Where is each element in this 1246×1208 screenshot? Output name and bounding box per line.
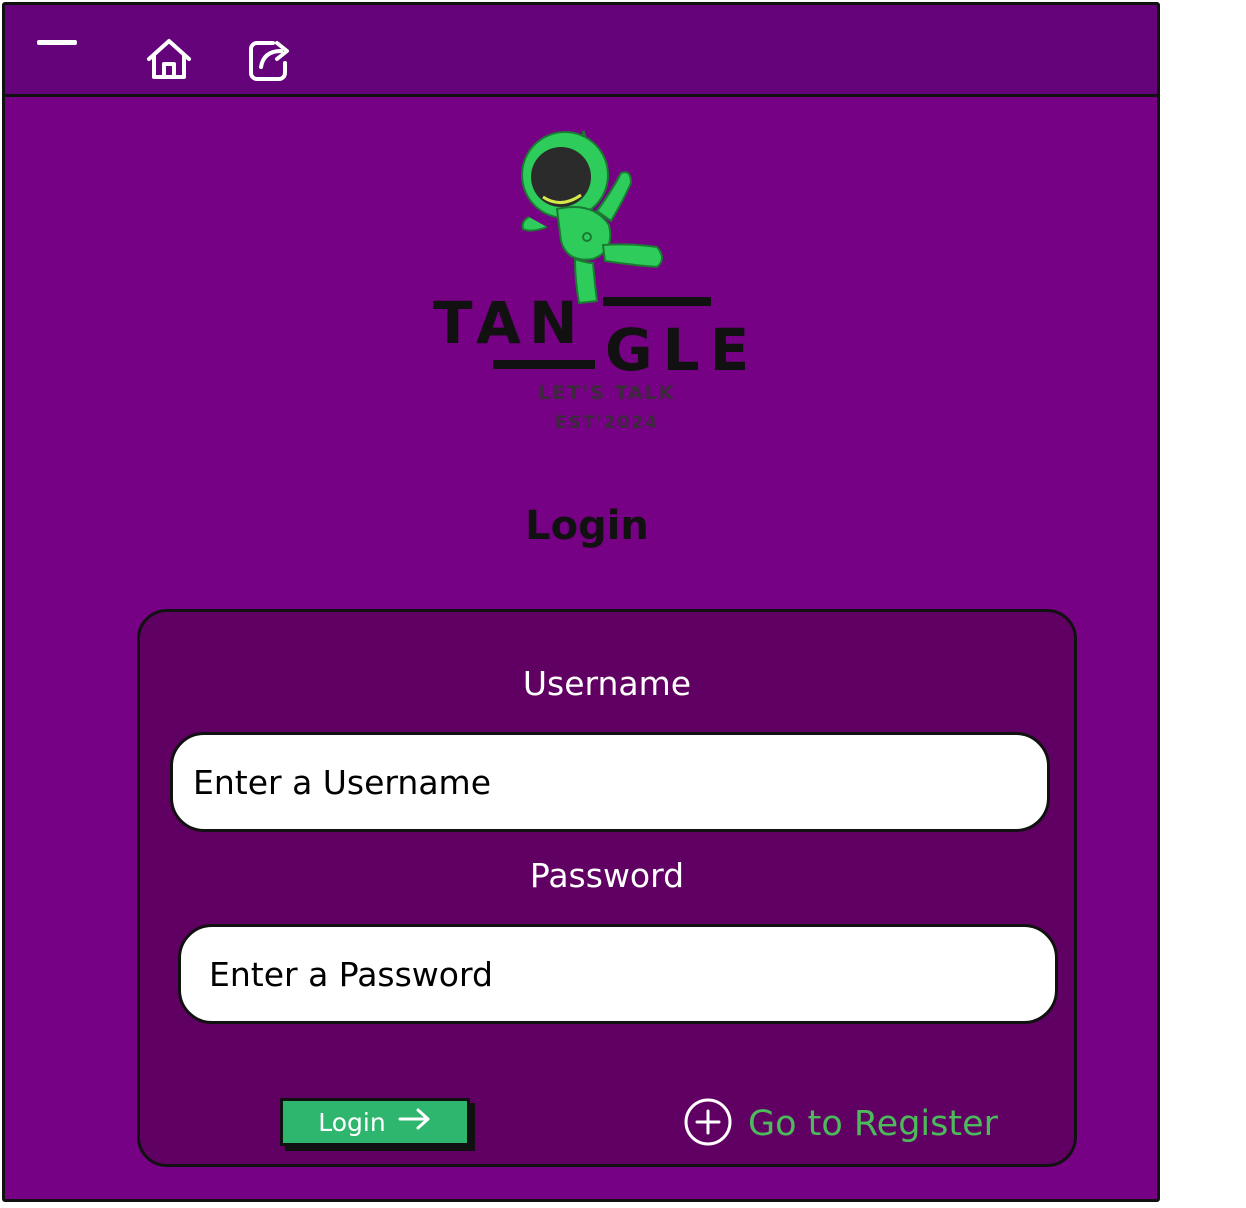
- username-label: Username: [522, 664, 692, 703]
- page-title: Login: [525, 503, 649, 549]
- share-icon[interactable]: [243, 33, 295, 85]
- svg-text:GLE: GLE: [605, 316, 759, 384]
- app-window: TAN GLE LET'S TALK EST'2024 Login Userna…: [2, 2, 1160, 1202]
- login-button[interactable]: Login: [280, 1098, 470, 1146]
- register-link-label: Go to Register: [748, 1104, 999, 1144]
- go-to-register-link[interactable]: Go to Register: [682, 1096, 998, 1152]
- arrow-right-icon: [398, 1107, 432, 1137]
- login-form-panel: Username Password Login Go to Register: [137, 609, 1077, 1167]
- password-input[interactable]: [181, 927, 1055, 1021]
- astronaut-mascot: [521, 130, 663, 305]
- password-field-container: [178, 924, 1058, 1024]
- minimize-icon[interactable]: [37, 40, 77, 45]
- plus-circle-icon: [682, 1096, 734, 1152]
- top-bar: [5, 5, 1157, 97]
- login-button-label: Login: [318, 1107, 386, 1137]
- logo-established: EST'2024: [555, 413, 659, 433]
- password-label: Password: [529, 856, 685, 895]
- logo-tagline: LET'S TALK: [538, 382, 675, 404]
- home-icon[interactable]: [143, 33, 195, 85]
- brand-wordmark: TAN GLE: [433, 289, 759, 384]
- svg-text:TAN: TAN: [433, 289, 586, 357]
- tangle-logo: TAN GLE LET'S TALK EST'2024: [425, 125, 765, 435]
- username-input[interactable]: [173, 735, 1047, 829]
- username-field-container: [170, 732, 1050, 832]
